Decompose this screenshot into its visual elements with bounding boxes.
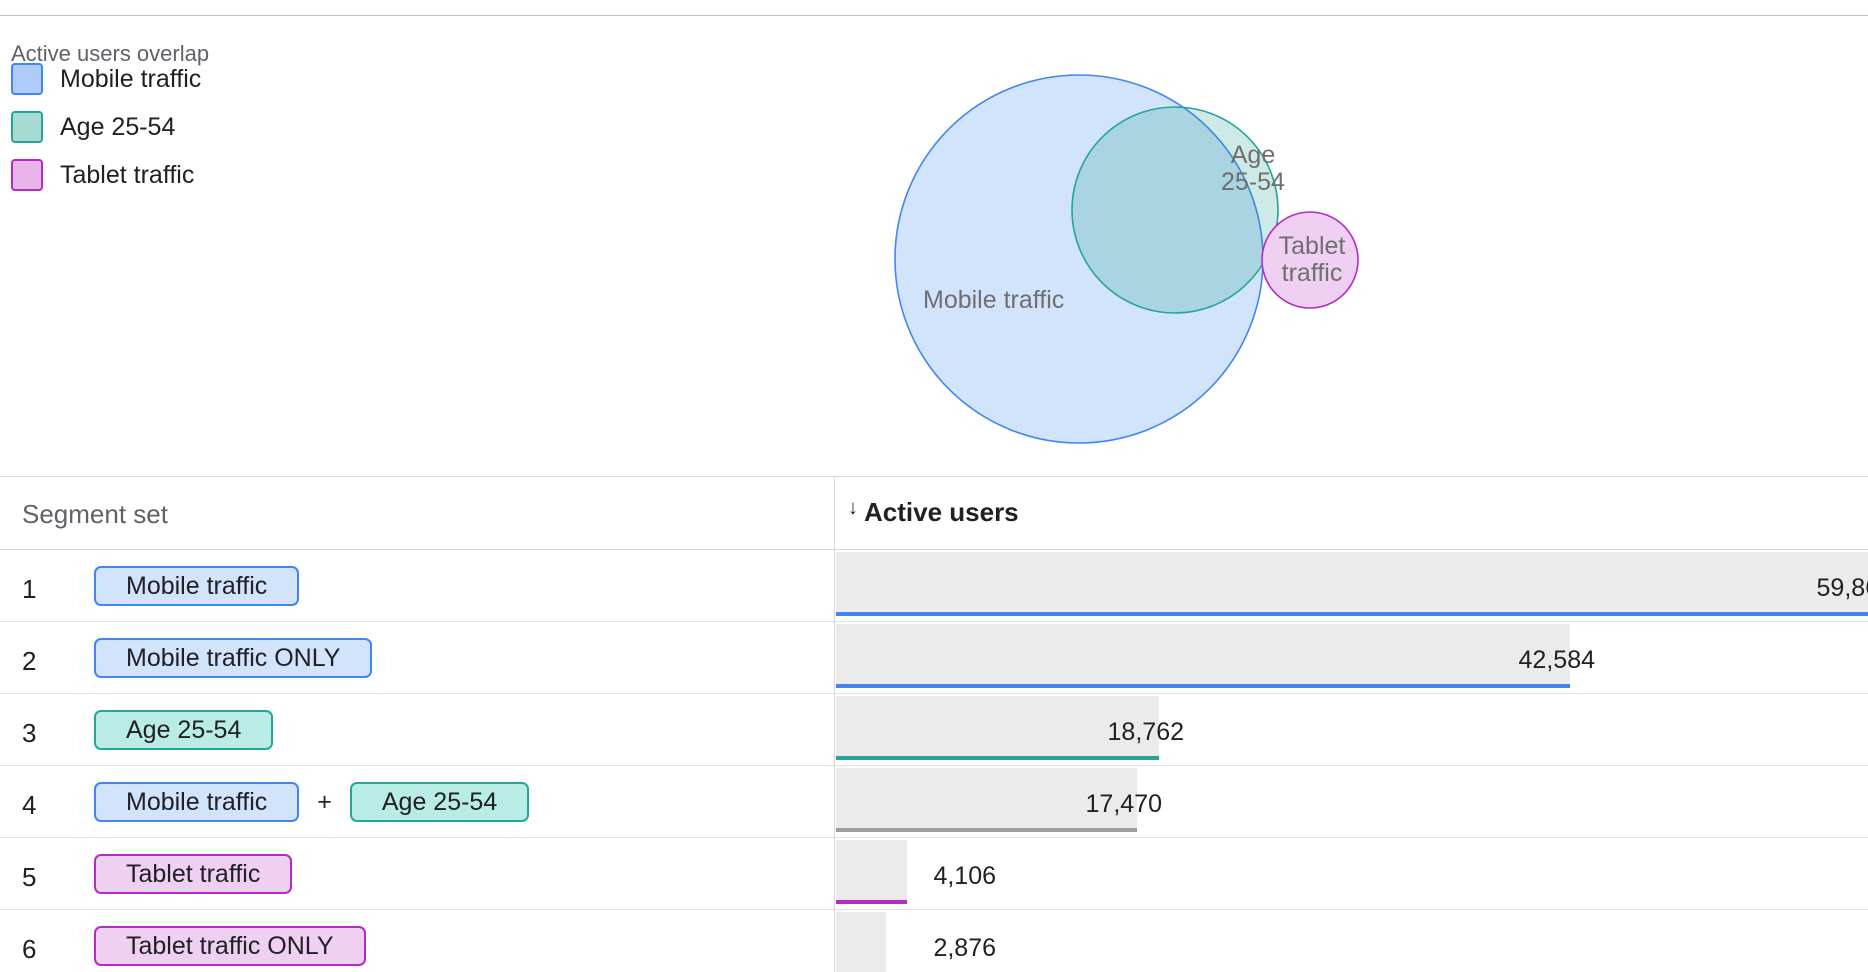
venn-label-tablet-line1: Tablet [1279, 232, 1346, 260]
active-users-value: 2,876 [933, 934, 996, 962]
segment-chip-mobile[interactable]: Mobile traffic ONLY [94, 638, 373, 678]
header-active-users-label: Active users [864, 497, 1019, 527]
value-bar [836, 912, 886, 972]
segment-chip-tablet[interactable]: Tablet traffic ONLY [94, 926, 366, 966]
segment-chips: Tablet traffic ONLY [94, 926, 366, 966]
active-users-value: 59,864 [1816, 574, 1868, 602]
table-row[interactable]: 4 Mobile traffic + Age 25-54 17,470 [0, 766, 1868, 838]
row-index: 5 [22, 862, 37, 892]
app-root: Active users overlap Mobile traffic Age … [0, 0, 1868, 972]
bar-cell: 59,864 [836, 550, 1868, 622]
row-index: 6 [22, 934, 37, 964]
segment-chips: Age 25-54 [94, 710, 274, 750]
table-header-row: Segment set ↓ Active users [0, 477, 1868, 550]
table-row[interactable]: 5 Tablet traffic 4,106 [0, 838, 1868, 910]
venn-label-age-line1: Age [1231, 141, 1275, 169]
bar-cell: 2,876 [836, 910, 1868, 972]
bar-cell: 17,470 [836, 766, 1868, 838]
active-users-value: 42,584 [1518, 646, 1595, 674]
segment-chip-mobile[interactable]: Mobile traffic [94, 782, 300, 822]
header-active-users[interactable]: ↓ Active users [848, 497, 1019, 528]
table-row[interactable]: 2 Mobile traffic ONLY 42,584 [0, 622, 1868, 694]
chip-joiner: + [317, 787, 332, 816]
column-divider [834, 476, 835, 972]
active-users-value: 17,470 [1085, 790, 1162, 818]
row-index: 1 [22, 574, 37, 604]
venn-label-tablet-line2: traffic [1282, 259, 1343, 287]
segment-chip-mobile[interactable]: Mobile traffic [94, 566, 300, 606]
value-bar [836, 552, 1868, 616]
venn-label-age-line2: 25-54 [1221, 168, 1285, 196]
header-segment-set: Segment set [22, 499, 168, 529]
segment-chip-age[interactable]: Age 25-54 [349, 782, 530, 822]
table-row[interactable]: 1 Mobile traffic 59,864 [0, 550, 1868, 622]
bar-cell: 18,762 [836, 694, 1868, 766]
segment-chip-tablet[interactable]: Tablet traffic [94, 854, 293, 894]
segment-chips: Mobile traffic + Age 25-54 [94, 782, 530, 822]
active-users-value: 18,762 [1107, 718, 1184, 746]
segment-chips: Mobile traffic ONLY [94, 638, 373, 678]
active-users-value: 4,106 [933, 862, 996, 890]
arrow-down-icon: ↓ [848, 497, 858, 519]
segment-table: Segment set ↓ Active users 1 Mobile traff… [0, 476, 1868, 972]
segment-chips: Tablet traffic [94, 854, 293, 894]
row-index: 4 [22, 790, 37, 820]
venn-circle-age[interactable] [1071, 106, 1279, 314]
venn-diagram: Mobile traffic Age 25-54 Tablet traffic [894, 74, 1359, 444]
venn-label-mobile: Mobile traffic [923, 286, 1064, 314]
bar-cell: 4,106 [836, 838, 1868, 910]
segment-chips: Mobile traffic [94, 566, 300, 606]
table-row[interactable]: 6 Tablet traffic ONLY 2,876 [0, 910, 1868, 972]
value-bar [836, 840, 907, 904]
table-row[interactable]: 3 Age 25-54 18,762 [0, 694, 1868, 766]
venn-chart-panel: Active users overlap Mobile traffic Age … [0, 16, 1868, 476]
segment-chip-age[interactable]: Age 25-54 [94, 710, 274, 750]
row-index: 2 [22, 646, 37, 676]
row-index: 3 [22, 718, 37, 748]
bar-cell: 42,584 [836, 622, 1868, 694]
value-bar [836, 624, 1570, 688]
